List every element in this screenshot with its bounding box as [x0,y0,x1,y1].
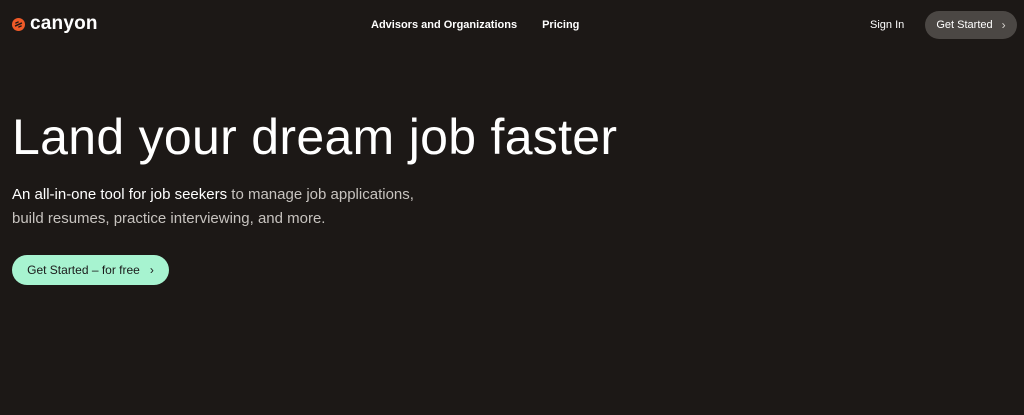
get-started-free-button[interactable]: Get Started – for free › [12,255,169,285]
sign-in-link[interactable]: Sign In [870,18,904,32]
chevron-right-icon: › [1001,18,1006,32]
chevron-right-icon: › [149,263,154,277]
get-started-free-label: Get Started – for free [27,263,140,277]
get-started-button[interactable]: Get Started › [925,11,1017,39]
hero-title: Land your dream job faster [12,109,618,165]
brand-logo[interactable]: canyon [12,14,98,34]
primary-nav: Advisors and Organizations Pricing [371,18,579,32]
canyon-logo-icon [12,17,25,31]
brand-name: canyon [30,13,98,34]
hero-subtitle: An all-in-one tool for job seekers to ma… [12,183,442,231]
top-navigation: canyon Advisors and Organizations Pricin… [0,0,1024,50]
nav-link-advisors-organizations[interactable]: Advisors and Organizations [371,18,517,32]
hero-subtitle-emphasis: An all-in-one tool for job seekers [12,186,228,203]
get-started-label: Get Started [936,19,993,31]
nav-link-pricing[interactable]: Pricing [542,18,579,32]
